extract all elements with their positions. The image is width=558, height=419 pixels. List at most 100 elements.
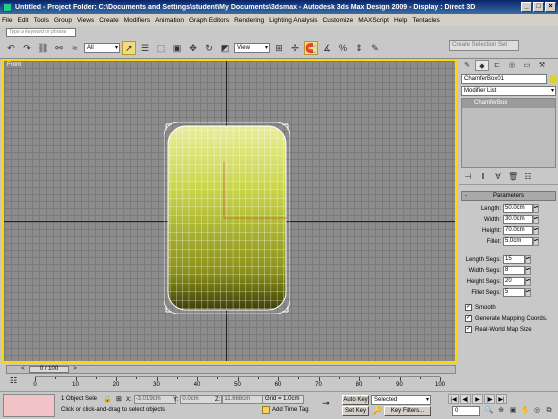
time-slider[interactable]: < 0 / 100 > [6,365,456,374]
make-unique-icon[interactable]: ∀ [493,172,503,182]
window-crossing-icon[interactable]: ▣ [170,41,184,55]
redo-icon[interactable]: ↷ [20,41,34,55]
unlink-icon[interactable]: ⚯ [52,41,66,55]
orbit-icon[interactable]: ◎ [532,406,542,416]
menu-file[interactable]: File [2,17,12,24]
trackbar-icon[interactable]: ☷ [10,376,22,388]
zoom-icon[interactable]: 🔍 [484,406,494,416]
configure-modifier-sets-icon[interactable]: ☷ [523,172,533,182]
snaps-toggle-icon[interactable]: 🧲 [304,41,318,55]
spinner-icon[interactable]: ▴▾ [533,226,539,235]
spinner-snap-icon[interactable]: ⇕ [352,41,366,55]
track-bar[interactable]: 0 10 20 30 40 50 60 70 80 90 100 [33,376,445,390]
percent-snap-icon[interactable]: % [336,41,350,55]
menu-animation[interactable]: Animation [155,17,184,24]
rectangular-region-icon[interactable]: ⬚ [154,41,168,55]
reference-coord-dropdown[interactable]: View [234,43,270,53]
zoom-extents-icon[interactable]: ▣ [508,406,518,416]
spinner-icon[interactable]: ▴▾ [525,277,531,286]
bind-space-warp-icon[interactable]: ≈ [68,41,82,55]
key-filters-button[interactable]: Key Filters... [384,406,431,416]
parameters-rollout[interactable]: - Parameters [461,191,556,201]
real-world-map-checkbox[interactable]: ✓ Real-World Map Size [459,324,558,335]
object-name-field[interactable]: ChamferBox01 [461,74,547,84]
remove-modifier-icon[interactable]: 🗑 [508,172,518,182]
display-tab-icon[interactable]: ▭ [520,60,534,71]
select-object-icon[interactable]: ➚ [122,41,136,55]
select-manipulate-icon[interactable]: ✢ [288,41,302,55]
maximize-viewport-icon[interactable]: ⧉ [544,406,554,416]
slider-prev-button[interactable]: < [19,366,27,373]
menu-maxscript[interactable]: MAXScript [358,17,389,24]
go-to-start-icon[interactable]: |◀ [448,394,459,404]
x-field[interactable]: -3.019cm [133,395,176,404]
front-viewport[interactable]: Front [2,59,457,363]
width-segs-input[interactable]: 8 [503,266,525,275]
current-frame-field[interactable]: 0 [452,406,480,416]
pin-stack-icon[interactable]: ⊣ [463,172,473,182]
motion-tab-icon[interactable]: ◎ [505,60,519,71]
spinner-icon[interactable]: ▴▾ [525,266,531,275]
previous-frame-icon[interactable]: ◀| [460,394,471,404]
absolute-mode-icon[interactable]: ⊞ [116,395,122,403]
viewport-label[interactable]: Front [7,62,21,68]
length-input[interactable]: 50.0cm [503,204,533,213]
height-segs-input[interactable]: 20 [503,277,525,286]
search-input[interactable]: Type a keyword or phrase [6,28,76,37]
lock-icon[interactable]: 🔒 [103,395,112,403]
select-rotate-icon[interactable]: ↻ [202,41,216,55]
select-link-icon[interactable]: ⛓ [36,41,50,55]
menu-create[interactable]: Create [99,17,119,24]
menu-rendering[interactable]: Rendering [234,17,264,24]
length-segs-input[interactable]: 15 [503,255,525,264]
slider-next-button[interactable]: > [71,366,79,373]
set-key-button[interactable]: Set Key [342,406,369,416]
select-scale-icon[interactable]: ◩ [218,41,232,55]
maximize-button[interactable]: □ [533,2,544,12]
z-field[interactable]: 11.668cm [222,395,265,404]
chamferbox-object[interactable] [163,121,291,316]
pivot-center-icon[interactable]: ⊞ [272,41,286,55]
spinner-icon[interactable]: ▴▾ [525,288,531,297]
fillet-segs-input[interactable]: 5 [503,288,525,297]
set-keys-icon[interactable]: ⊸ [322,398,330,409]
mapping-coords-checkbox[interactable]: ✓ Generate Mapping Coords. [459,313,558,324]
key-icon[interactable]: 🔑 [372,406,382,415]
pan-icon[interactable]: ✋ [520,406,530,416]
spinner-icon[interactable]: ▴▾ [525,255,531,264]
modifier-list-dropdown[interactable]: Modifier List [461,86,556,96]
spinner-icon[interactable]: ▴▾ [533,215,539,224]
time-slider-thumb[interactable]: 0 / 100 [29,366,69,373]
edit-named-selections-icon[interactable]: ✎ [368,41,382,55]
key-mode-dropdown[interactable]: Selected [371,395,431,405]
width-input[interactable]: 30.0cm [503,215,533,224]
select-by-name-icon[interactable]: ☰ [138,41,152,55]
zoom-all-icon[interactable]: ⊕ [496,406,506,416]
menu-help[interactable]: Help [394,17,407,24]
modify-tab-icon[interactable]: ◆ [475,60,489,71]
auto-key-button[interactable]: Auto Key [342,395,369,405]
undo-icon[interactable]: ↶ [4,41,18,55]
stack-item-chamferbox[interactable]: ChamferBox [462,99,555,108]
menu-tentacles[interactable]: Tentacles [412,17,439,24]
angle-snap-icon[interactable]: ∡ [320,41,334,55]
menu-views[interactable]: Views [77,17,94,24]
select-move-icon[interactable]: ✥ [186,41,200,55]
object-color-swatch[interactable] [550,75,557,83]
maxscript-listener[interactable] [3,394,55,417]
next-frame-icon[interactable]: |▶ [484,394,495,404]
utilities-tab-icon[interactable]: ⚒ [535,60,549,71]
menu-group[interactable]: Group [54,17,72,24]
hierarchy-tab-icon[interactable]: ⊏ [490,60,504,71]
menu-edit[interactable]: Edit [17,17,28,24]
menu-modifiers[interactable]: Modifiers [124,17,150,24]
show-end-result-icon[interactable]: ‖ [478,172,488,182]
height-input[interactable]: 70.0cm [503,226,533,235]
create-tab-icon[interactable]: ✎ [460,60,474,71]
minimize-button[interactable]: _ [521,2,532,12]
go-to-end-icon[interactable]: ▶| [496,394,507,404]
spinner-icon[interactable]: ▴▾ [533,204,539,213]
named-selection-sets-dropdown[interactable]: Create Selection Set [449,40,519,51]
menu-lighting-analysis[interactable]: Lighting Analysis [269,17,317,24]
menu-customize[interactable]: Customize [323,17,354,24]
